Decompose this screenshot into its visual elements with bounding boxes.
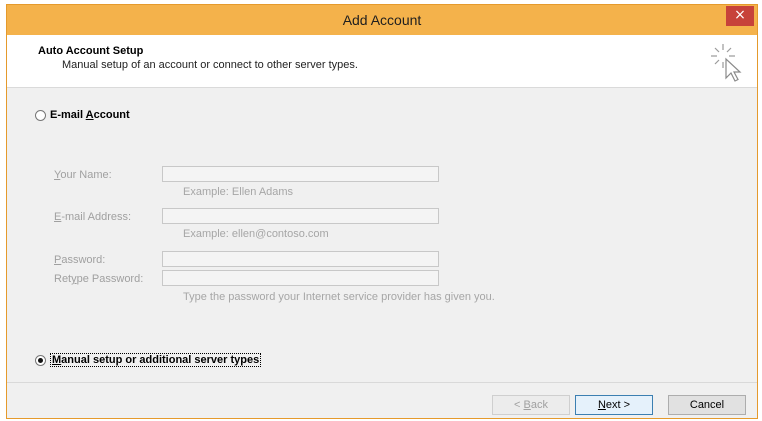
- email-account-radio[interactable]: [35, 109, 46, 121]
- email-address-input[interactable]: [162, 208, 439, 224]
- manual-setup-radio[interactable]: [35, 354, 46, 366]
- retype-password-label: Retype Password:: [54, 273, 144, 285]
- your-name-input[interactable]: [162, 166, 439, 182]
- title-bar[interactable]: Add Account ×: [7, 5, 757, 35]
- footer-divider: [7, 382, 757, 383]
- close-icon: ×: [734, 7, 746, 23]
- cancel-button[interactable]: Cancel: [668, 395, 746, 415]
- add-account-dialog: Add Account × Auto Account Setup Manual …: [6, 4, 758, 419]
- header-title: Auto Account Setup: [38, 45, 144, 57]
- window-title: Add Account: [342, 12, 422, 28]
- your-name-label: Your Name:: [54, 169, 112, 181]
- manual-setup-option[interactable]: Manual setup or additional server types: [35, 353, 262, 367]
- header-subtitle: Manual setup of an account or connect to…: [62, 59, 358, 71]
- header-panel: Auto Account Setup Manual setup of an ac…: [7, 35, 757, 88]
- magic-wand-cursor-icon: [711, 44, 742, 82]
- password-input[interactable]: [162, 251, 439, 267]
- email-address-hint: Example: ellen@contoso.com: [183, 228, 329, 240]
- password-hint: Type the password your Internet service …: [183, 291, 495, 303]
- email-address-label: E-mail Address:: [54, 211, 132, 223]
- close-button[interactable]: ×: [726, 6, 754, 26]
- email-account-label: E-mail Account: [50, 109, 130, 121]
- your-name-hint: Example: Ellen Adams: [183, 186, 294, 198]
- retype-password-input[interactable]: [162, 270, 439, 286]
- manual-setup-label: Manual setup or additional server types: [50, 353, 262, 367]
- next-button[interactable]: Next >: [575, 395, 653, 415]
- email-account-option[interactable]: E-mail Account: [35, 109, 130, 121]
- password-label: Password:: [54, 254, 106, 266]
- back-button[interactable]: < Back: [492, 395, 570, 415]
